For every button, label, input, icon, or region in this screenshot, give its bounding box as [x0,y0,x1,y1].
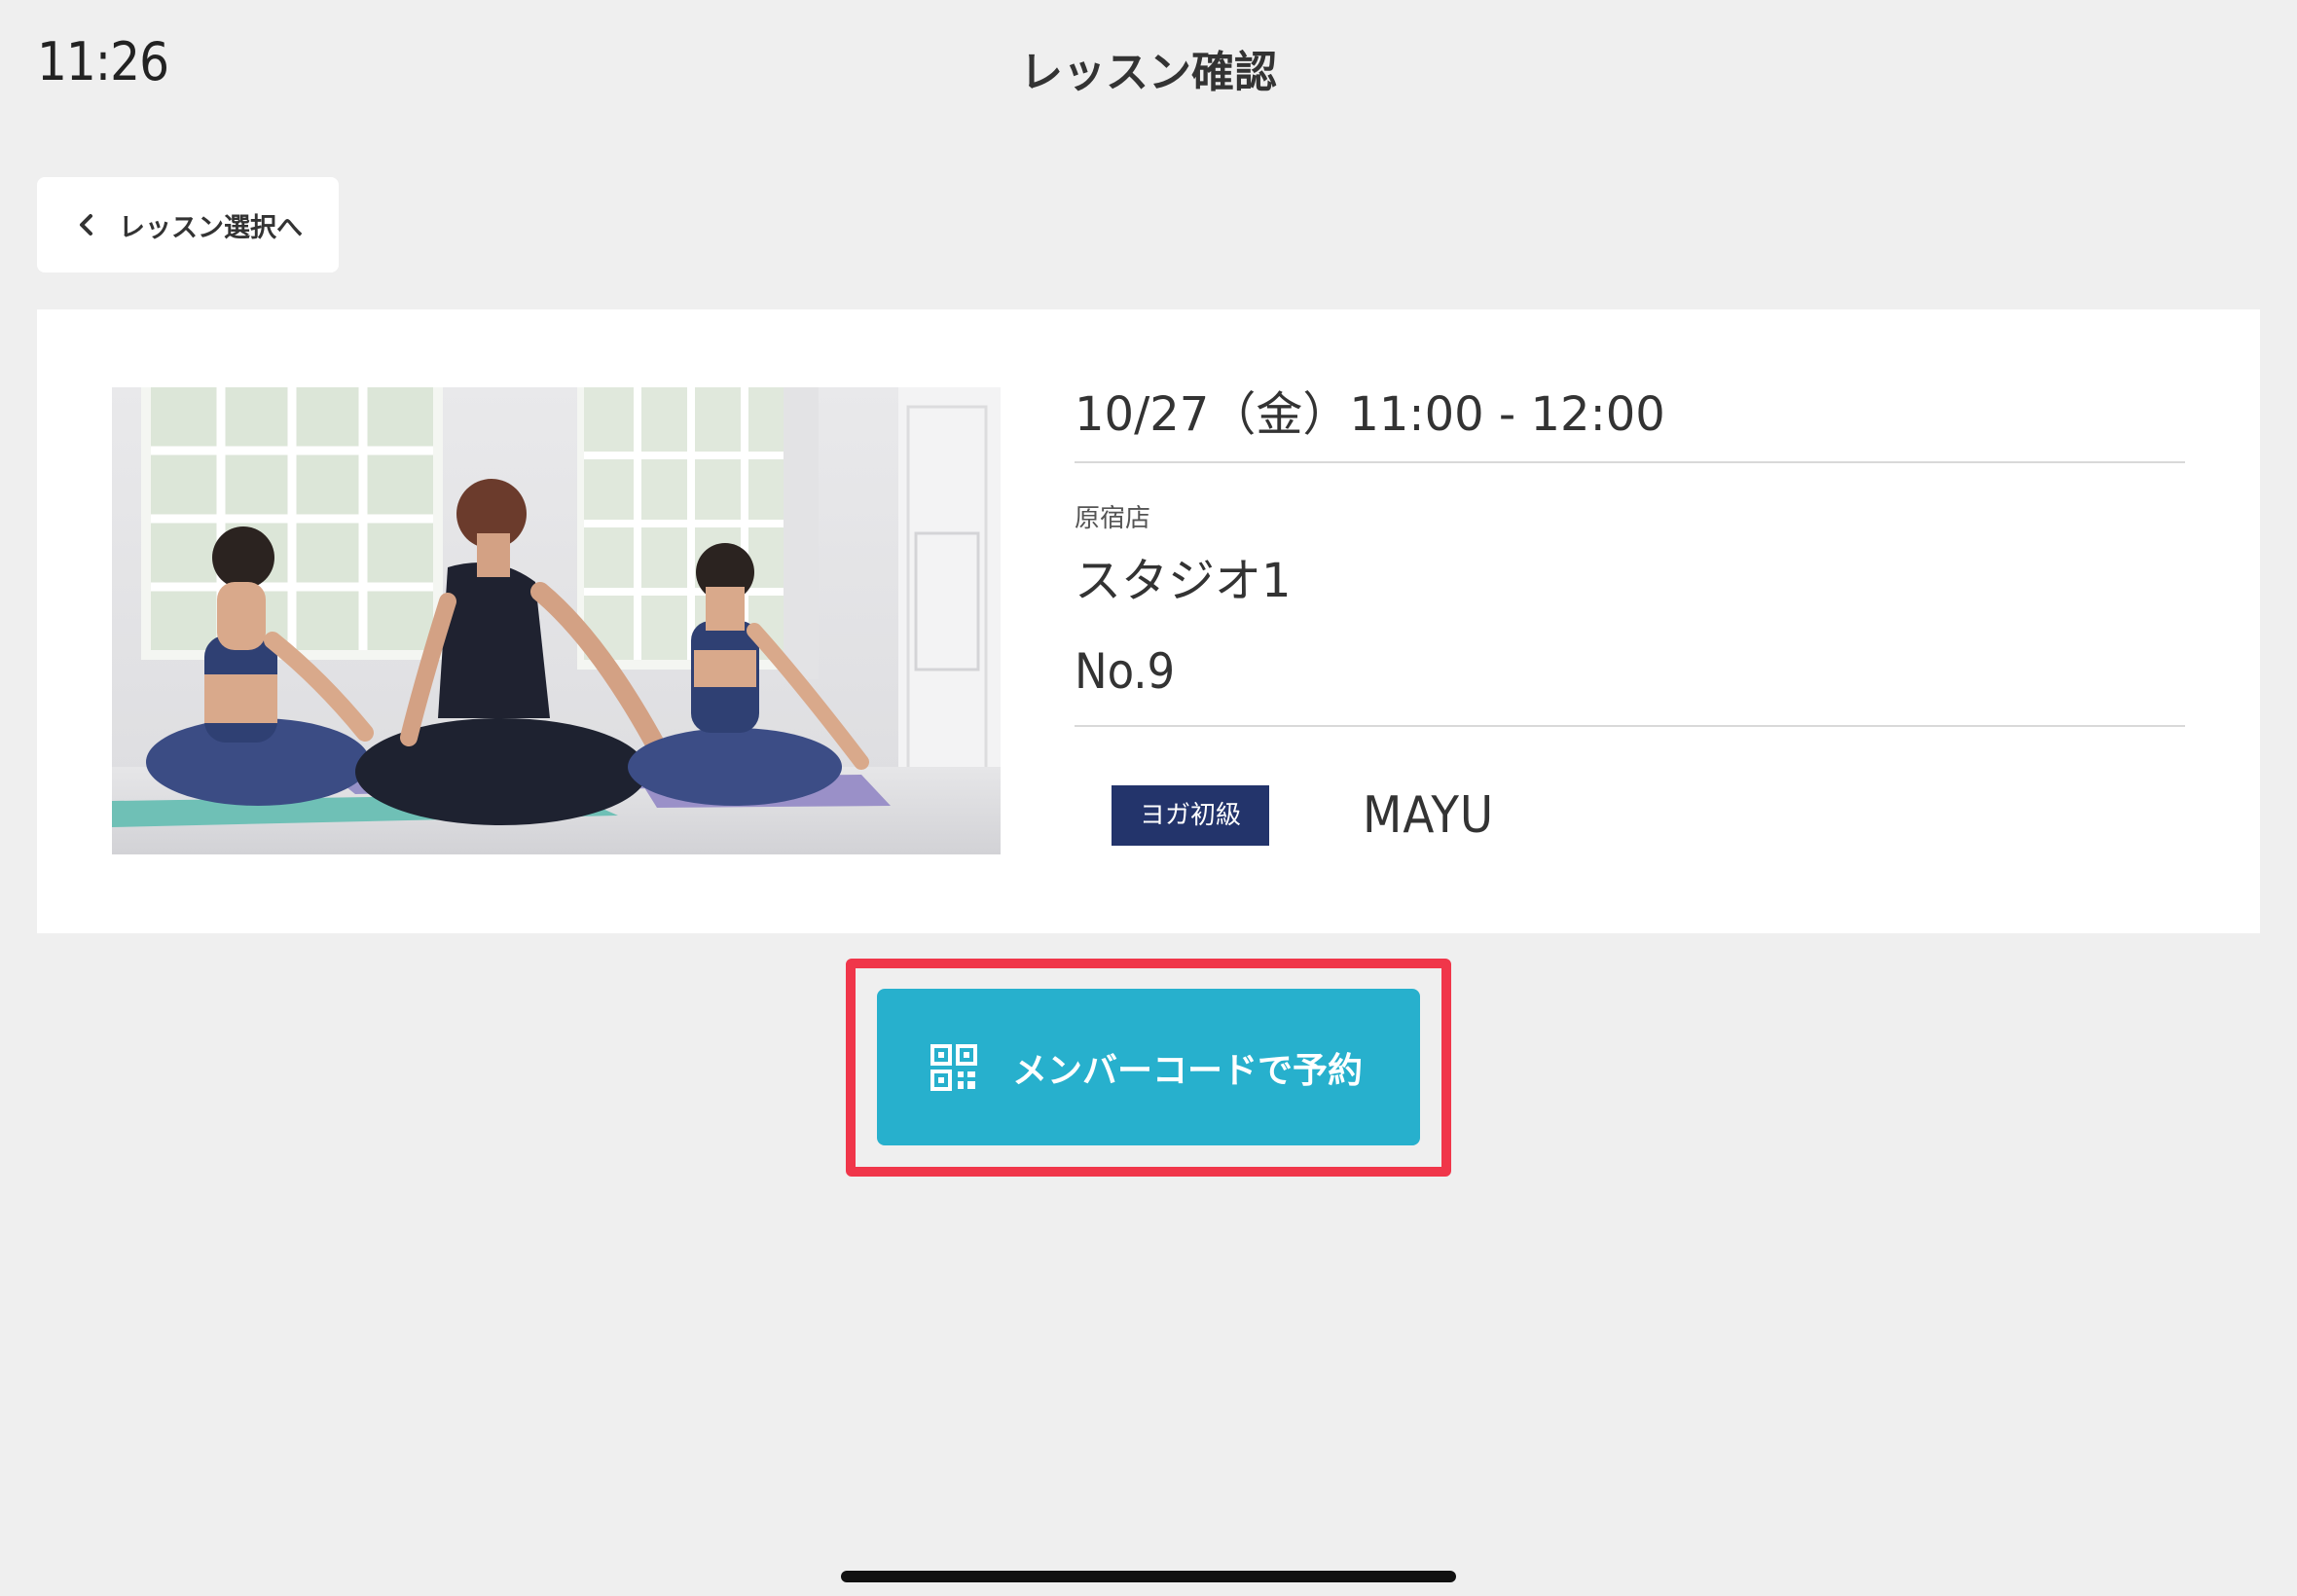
yoga-class-image [112,387,1001,854]
qr-code-icon [930,1043,977,1091]
chevron-left-icon [80,214,92,236]
lesson-card: 10/27（金）11:00 - 12:00 原宿店 スタジオ1 No.9 ヨガ初… [37,309,2260,933]
store-name: 原宿店 [1075,504,1151,533]
instructor-name: MAYU [1363,786,1495,845]
level-badge: ヨガ初級 [1112,785,1269,846]
back-to-lesson-select-button[interactable]: レッスン選択へ [37,177,339,272]
home-indicator[interactable] [841,1571,1456,1582]
reserve-with-member-code-button[interactable]: メンバーコードで予約 [877,989,1420,1145]
page-title: レッスン確認 [1020,48,1277,97]
studio-name: スタジオ1 [1075,554,1292,608]
lesson-info: 10/27（金）11:00 - 12:00 原宿店 スタジオ1 No.9 ヨガ初… [1075,387,2185,846]
reserve-button-label: メンバーコードで予約 [1012,1050,1364,1091]
lesson-photo [112,387,1001,854]
lesson-datetime: 10/27（金）11:00 - 12:00 [1075,387,2185,463]
seat-number: No.9 [1075,643,2185,727]
lesson-tags: ヨガ初級 MAYU [1075,785,2185,846]
back-button-label: レッスン選択へ [119,212,303,243]
